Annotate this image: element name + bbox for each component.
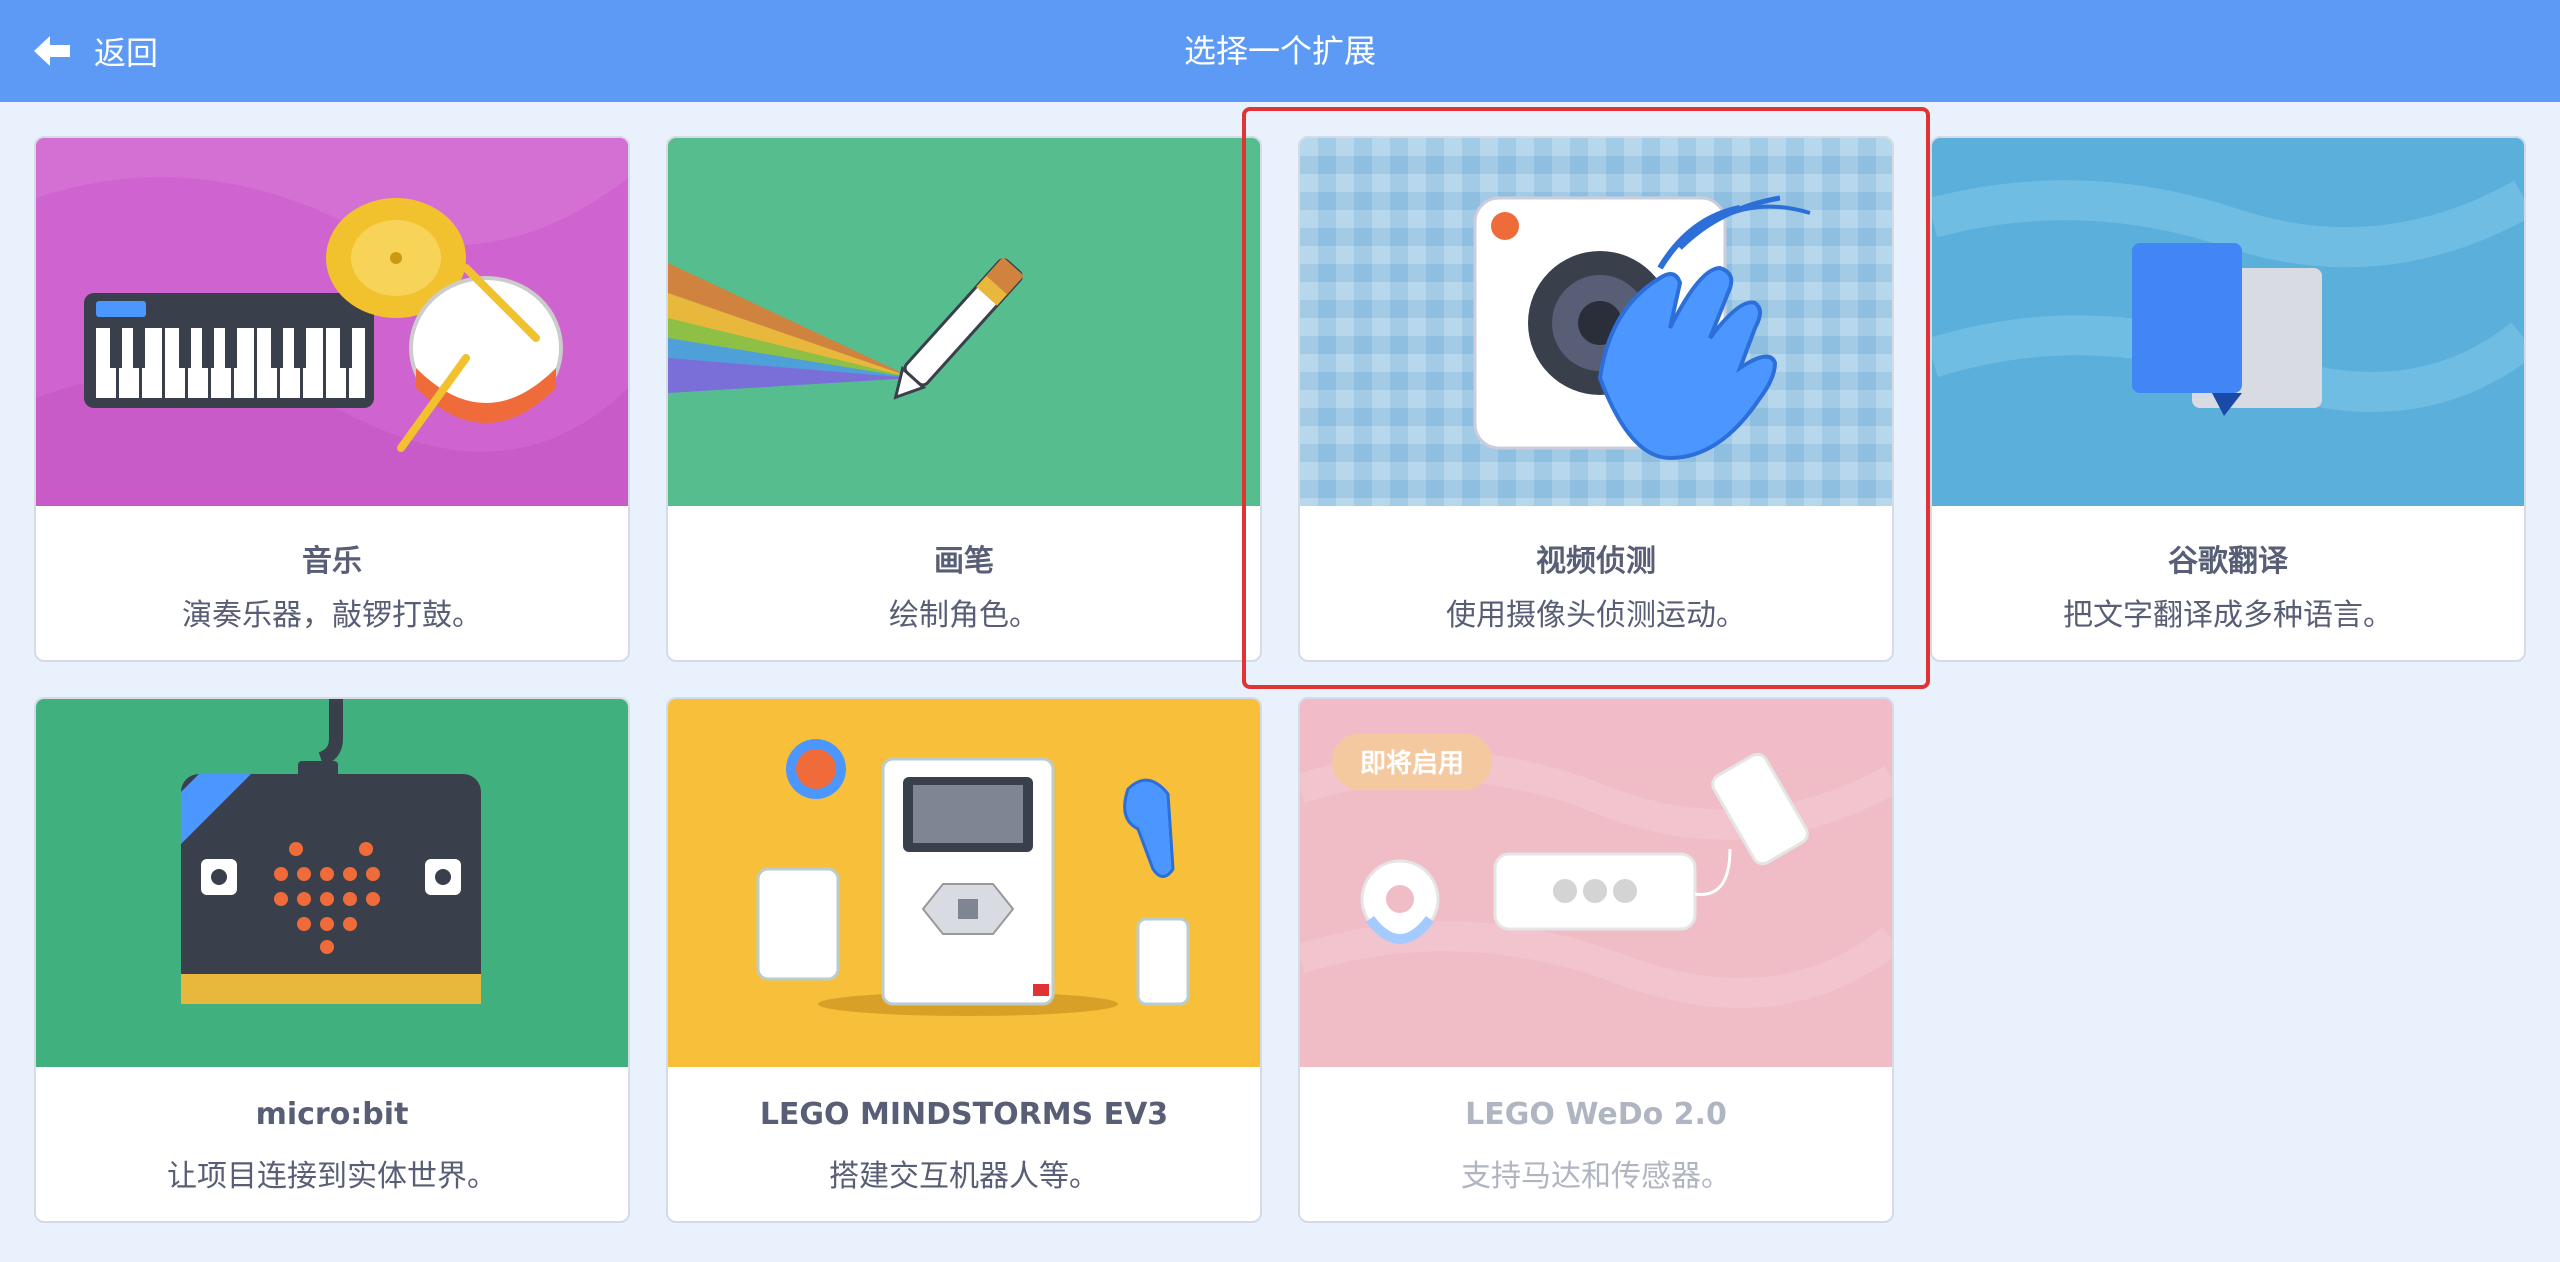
extension-name: LEGO MINDSTORMS EV3	[759, 1097, 1169, 1132]
extension-card-microbit[interactable]: micro:bit 让项目连接到实体世界。	[34, 697, 630, 1223]
extension-name: 画笔	[934, 544, 994, 579]
extension-name: micro:bit	[255, 1097, 409, 1132]
extension-description: 搭建交互机器人等。	[829, 1159, 1099, 1194]
video-sensing-art	[1300, 138, 1892, 506]
extension-card-video-sensing[interactable]: 视频侦测 使用摄像头侦测运动。	[1298, 136, 1894, 662]
extension-card-music[interactable]: 音乐 演奏乐器，敲锣打鼓。	[34, 136, 630, 662]
music-art	[36, 138, 628, 506]
extension-description: 让项目连接到实体世界。	[167, 1159, 497, 1194]
extension-description: 演奏乐器，敲锣打鼓。	[182, 598, 482, 633]
extension-description: 支持马达和传感器。	[1461, 1159, 1731, 1194]
ev3-art	[668, 699, 1260, 1067]
extension-description: 绘制角色。	[889, 598, 1039, 633]
microbit-art	[36, 699, 628, 1067]
extension-name: 音乐	[302, 544, 362, 579]
page-title: 选择一个扩展	[1183, 32, 1376, 70]
extension-name: 视频侦测	[1536, 544, 1656, 579]
extension-name: 谷歌翻译	[2168, 544, 2288, 579]
extension-name: LEGO WeDo 2.0	[1465, 1097, 1727, 1132]
extension-description: 使用摄像头侦测运动。	[1446, 598, 1746, 633]
coming-soon-badge: 即将启用	[1332, 733, 1493, 790]
extension-card-translate[interactable]: 谷歌翻译 把文字翻译成多种语言。	[1930, 136, 2526, 662]
translate-art	[1932, 138, 2524, 506]
extension-card-wedo: 即将启用 LEGO WeDo 2.0 支持马达和传感器。	[1298, 697, 1894, 1223]
extension-description: 把文字翻译成多种语言。	[2063, 598, 2393, 633]
extension-card-ev3[interactable]: LEGO MINDSTORMS EV3 搭建交互机器人等。	[666, 697, 1262, 1223]
pen-art	[668, 138, 1260, 506]
top-bar: 返回 选择一个扩展	[0, 0, 2560, 102]
extension-card-pen[interactable]: 画笔 绘制角色。	[666, 136, 1262, 662]
